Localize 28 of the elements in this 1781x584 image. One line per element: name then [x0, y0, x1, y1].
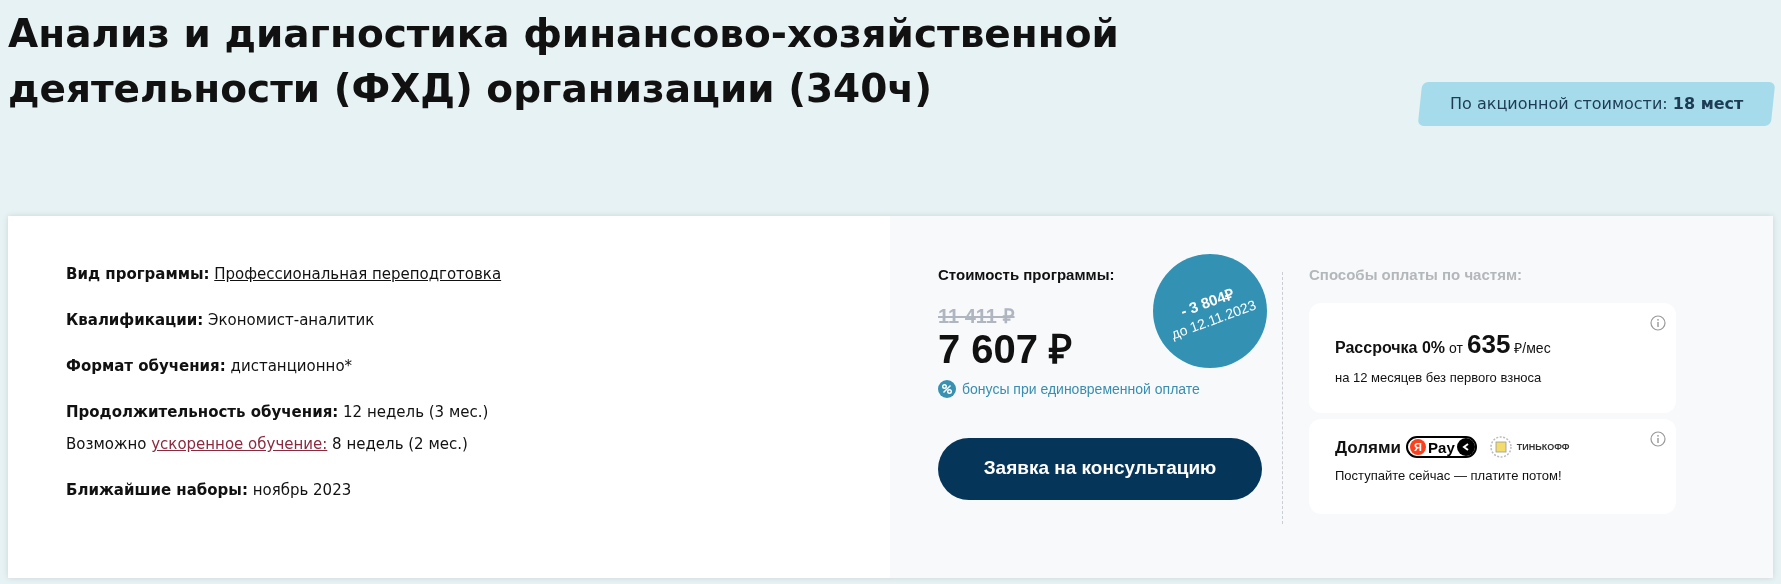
info-icon[interactable]	[1650, 314, 1666, 331]
dolyami-title: Долями	[1335, 436, 1402, 459]
old-price: 11 411 ₽	[938, 304, 1015, 327]
promo-badge: По акционной стоимости: 18 мест	[1417, 82, 1776, 126]
detail-note: Возможно ускоренное обучение: 8 недель (2 мес.)	[66, 434, 469, 454]
detail-line: Ближайшие наборы: ноябрь 2023	[66, 480, 353, 500]
payment-heading: Способы оплаты по частям:	[1309, 265, 1523, 285]
yandex-pay-logo: Я Pay	[1406, 436, 1477, 459]
detail-line: Формат обучения: дистанционно*	[66, 356, 354, 376]
installment-amount: 635	[1466, 327, 1511, 361]
info-icon[interactable]	[1650, 430, 1666, 447]
installment-title: Рассрочка 0%	[1335, 337, 1446, 358]
price-heading: Стоимость программы:	[938, 265, 1116, 285]
installment-subtitle: на 12 месяцев без первого взноса	[1335, 368, 1543, 387]
new-price: 7 607 ₽	[938, 326, 1073, 371]
consultation-button[interactable]: Заявка на консультацию	[938, 437, 1262, 500]
installment-unit: ₽/мес	[1514, 338, 1551, 358]
installment-from: от	[1449, 338, 1463, 358]
detail-line: Вид программы: Профессиональная переподготовка	[66, 264, 503, 284]
accelerated-link[interactable]: ускоренное обучение:	[151, 435, 328, 453]
detail-line: Квалификации: Экономист-аналитик	[66, 310, 376, 330]
dolyami-subtitle: Поступайте сейчас — платите потом!	[1335, 467, 1563, 485]
page-title: Анализ и диагностика финансово-хозяйственной деятельности (ФХД) организации (340ч)	[8, 10, 1120, 113]
percent-icon	[938, 380, 956, 398]
program-type-link[interactable]: Профессиональная переподготовка	[214, 265, 502, 283]
detail-line: Продолжительность обучения: 12 недель (3 мес.)	[66, 402, 490, 422]
bonus-note: бонусы при единовременной оплате	[962, 379, 1200, 399]
bank-logo: ТИНЬКОФФ	[1489, 436, 1570, 459]
